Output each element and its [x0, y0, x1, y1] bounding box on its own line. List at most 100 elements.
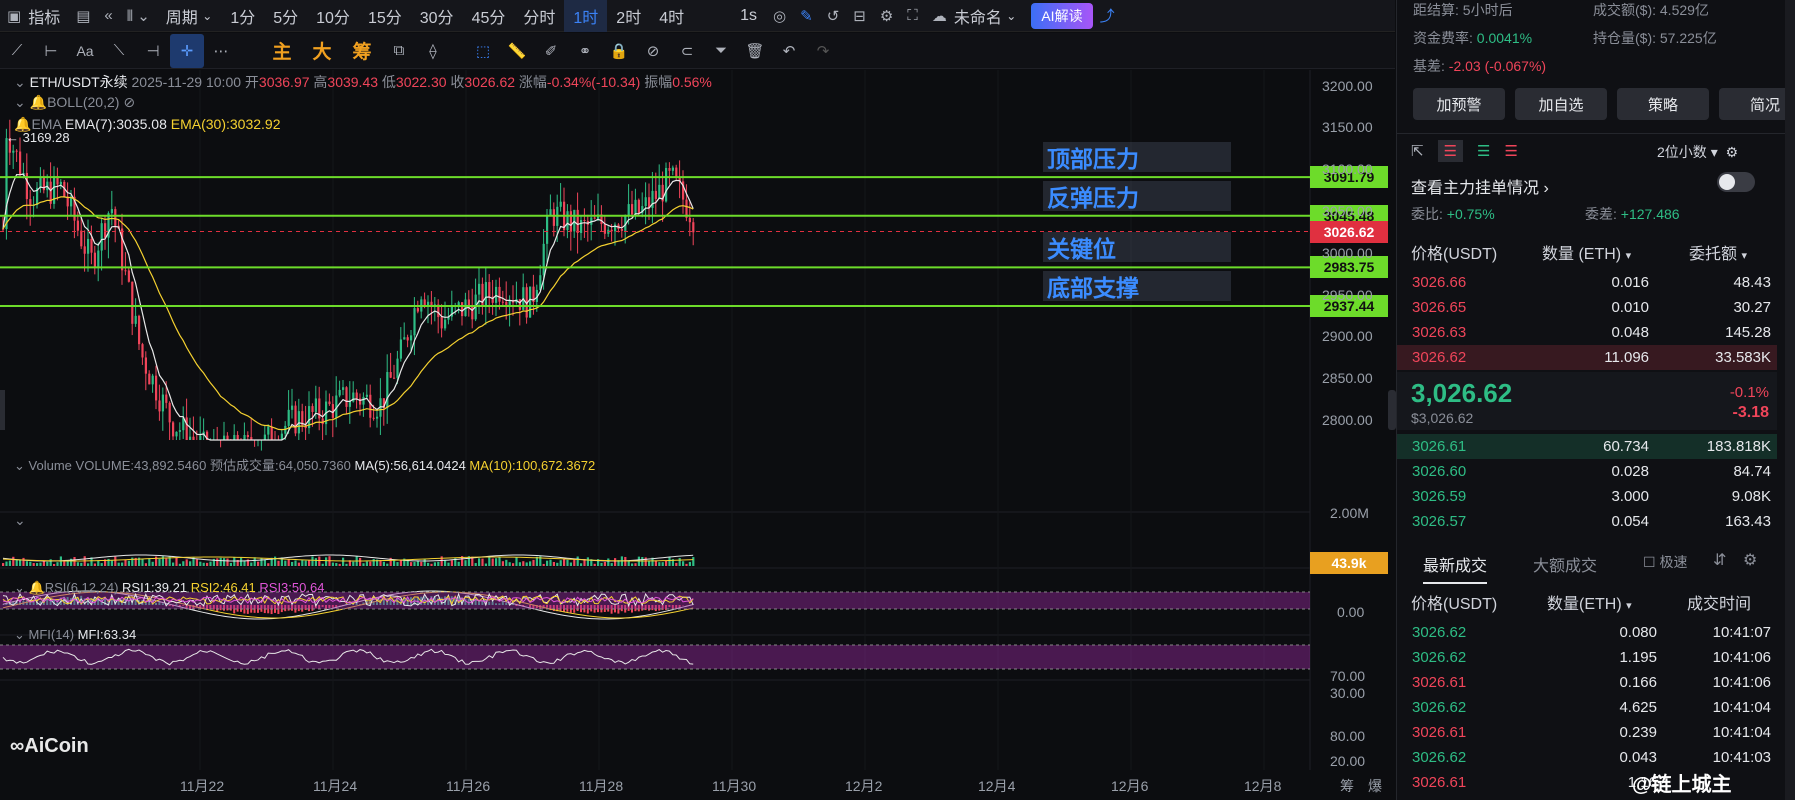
bids-row[interactable]: 3026.59 3.000 9.08K [1397, 484, 1777, 509]
camera-icon[interactable]: ◎ [766, 0, 793, 32]
bids-row[interactable]: 3026.60 0.028 84.74 [1397, 459, 1777, 484]
view-toggle-icon[interactable]: ⇱ [1411, 142, 1424, 160]
volume-ma10-line [2, 556, 694, 562]
collapse-icon[interactable]: ⌄ [14, 94, 26, 110]
share-icon[interactable]: ⤴ [1093, 0, 1122, 32]
both-view-icon[interactable]: ☰ [1437, 140, 1464, 162]
brush-icon[interactable]: ✐ [534, 34, 568, 68]
template-icon[interactable]: ⧉ [382, 34, 416, 68]
tab-large-trades[interactable]: 大额成交 [1533, 552, 1597, 576]
horizontal-line-icon[interactable]: ⊢ [34, 34, 68, 68]
text-tool-icon[interactable]: Aa [68, 34, 102, 68]
hline-tool-icon[interactable]: ⊣ [136, 34, 170, 68]
collapse-icon[interactable]: ⌄ [14, 74, 26, 90]
measure-icon[interactable]: ⟠ [416, 34, 450, 68]
timeframe-3[interactable]: 15分 [359, 0, 411, 32]
ob-amount-header[interactable]: 委托额 ▾ [1689, 240, 1747, 264]
timeframe-1[interactable]: 5分 [264, 0, 307, 32]
eye-off-icon[interactable]: ⊘ [123, 94, 135, 110]
filter-icon[interactable]: ⏷ [704, 34, 738, 68]
period-dropdown[interactable]: 周期 ⌄ [157, 0, 222, 32]
add-alert-button[interactable]: 加预警 [1413, 88, 1505, 120]
strategy-button[interactable]: 策略 [1617, 88, 1709, 120]
ruler-icon[interactable]: 📏 [500, 34, 534, 68]
layout-name-dropdown[interactable]: 未命名 ⌄ [954, 0, 1026, 32]
trade-qty-header[interactable]: 数量(ETH) ▾ [1547, 590, 1632, 614]
candle-type-icon[interactable]: ⫴ ⌄ [120, 0, 157, 32]
level-label-2[interactable]: 关键位 [1043, 232, 1231, 263]
ray-icon[interactable]: ⟍ [102, 34, 136, 68]
trade-qty: 1.195 [1619, 649, 1657, 666]
ai-analysis-button[interactable]: AI解读 [1031, 2, 1093, 29]
level-label-0[interactable]: 顶部压力 [1043, 142, 1231, 173]
decimals-dropdown[interactable]: 2位小数 ▾ ⚙ [1657, 142, 1738, 162]
main-indicator-button[interactable]: 主 [262, 37, 302, 64]
left-collapse-handle[interactable] [0, 390, 5, 430]
more-icon[interactable]: ⋯ [204, 34, 238, 68]
redo-icon[interactable]: ↷ [806, 34, 840, 68]
collapse-icon[interactable]: ⌄ [14, 580, 25, 595]
pen-icon[interactable]: ✎ [793, 0, 820, 32]
scrollbar[interactable] [1785, 0, 1795, 800]
timeframe-7[interactable]: 1时 [564, 0, 608, 32]
trash-icon[interactable]: 🗑 [738, 34, 772, 68]
replay-icon[interactable]: ↺ [820, 0, 847, 32]
filter-icon[interactable]: ⇵ [1713, 550, 1726, 570]
settings-icon[interactable]: ⚙ [1726, 144, 1739, 160]
chips-button[interactable]: 筹 [342, 37, 382, 64]
asks-view-icon[interactable]: ☰ [1504, 142, 1517, 160]
chart-canvas[interactable] [0, 70, 1395, 800]
main-orders-toggle[interactable] [1717, 172, 1755, 192]
main-orders-link[interactable]: 查看主力挂单情况 › [1411, 174, 1549, 198]
asks-row[interactable]: 3026.62 11.096 33.583K [1397, 345, 1777, 370]
timeframe-0[interactable]: 1分 [221, 0, 264, 32]
magnet-icon[interactable]: ⊂ [670, 34, 704, 68]
layout-icon[interactable]: ▤ [69, 0, 97, 32]
bell-icon[interactable]: 🔔 [29, 580, 45, 595]
panel-collapse-handle[interactable] [1388, 390, 1396, 430]
tab-latest-trades[interactable]: 最新成交 [1423, 552, 1488, 584]
pattern-icon[interactable]: ⚭ [568, 34, 602, 68]
timeframe-2[interactable]: 10分 [307, 0, 359, 32]
volume-bar [634, 563, 637, 566]
trendline-icon[interactable]: ⟋ [0, 34, 34, 68]
compare-icon[interactable]: ⊟ [846, 0, 873, 32]
mfi-axis-label: 20.00 [1330, 753, 1366, 769]
cloud-icon[interactable]: ☁ [925, 0, 954, 32]
crosshair-icon[interactable]: ✛ [170, 33, 204, 68]
timeframe-8[interactable]: 2时 [607, 0, 650, 32]
collapse-icon[interactable]: ⌄ [14, 458, 25, 473]
asks-row[interactable]: 3026.66 0.016 48.43 [1397, 270, 1777, 295]
level-label-3[interactable]: 底部支撑 [1043, 270, 1231, 301]
timeframe-6[interactable]: 分时 [514, 0, 564, 32]
lock-icon[interactable]: 🔒 [602, 34, 636, 68]
chevron-down-icon: ⌄ [202, 8, 213, 23]
level-label-1[interactable]: 反弹压力 [1043, 180, 1231, 211]
macd-collapse-icon[interactable]: ⌄ [14, 512, 26, 529]
big-order-button[interactable]: 大 [302, 37, 342, 64]
hide-icon[interactable]: ⊘ [636, 34, 670, 68]
timeframe-5[interactable]: 45分 [463, 0, 515, 32]
fast-mode-checkbox[interactable]: ☐ 极速 [1643, 552, 1687, 572]
asks-row[interactable]: 3026.63 0.048 145.28 [1397, 320, 1777, 345]
indicators-button[interactable]: 指标 [28, 0, 69, 32]
timeframe-9[interactable]: 4时 [650, 0, 693, 32]
fullscreen-icon[interactable]: ⛶ [900, 0, 925, 32]
bids-row[interactable]: 3026.57 0.054 163.43 [1397, 509, 1777, 534]
settings-icon[interactable]: ⚙ [1743, 550, 1757, 570]
ob-qty-header[interactable]: 数量 (ETH) ▾ [1542, 240, 1631, 264]
second-timeframe[interactable]: 1s [731, 0, 766, 32]
add-favorite-button[interactable]: 加自选 [1515, 88, 1607, 120]
bids-view-icon[interactable]: ☰ [1477, 142, 1490, 160]
collapse-icon[interactable]: ⌄ [14, 627, 25, 642]
bids-row[interactable]: 3026.61 60.734 183.818K [1397, 434, 1777, 459]
indicator-icon[interactable]: ▣ [0, 0, 28, 32]
select-icon[interactable]: ⬚ [466, 34, 500, 68]
undo-icon[interactable]: ↶ [772, 34, 806, 68]
settings-icon[interactable]: ⚙ [873, 0, 900, 32]
timeframe-4[interactable]: 30分 [411, 0, 463, 32]
overview-button[interactable]: 简况 [1719, 88, 1795, 120]
rewind-icon[interactable]: « [97, 0, 119, 32]
asks-row[interactable]: 3026.65 0.010 30.27 [1397, 295, 1777, 320]
bell-icon[interactable]: 🔔 [30, 94, 47, 110]
